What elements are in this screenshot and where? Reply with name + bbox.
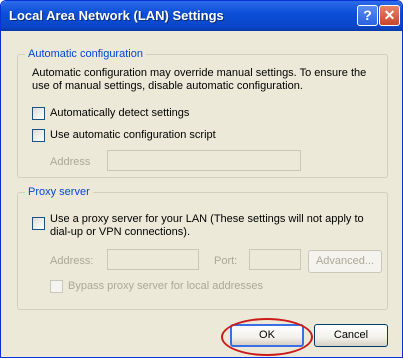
cancel-button[interactable]: Cancel <box>314 324 388 347</box>
automatically-detect-settings-checkbox[interactable] <box>32 107 45 120</box>
advanced-button[interactable]: Advanced... <box>308 250 382 273</box>
automatically-detect-settings-label[interactable]: Automatically detect settings <box>50 107 189 119</box>
proxy-address-input[interactable] <box>107 249 199 270</box>
use-proxy-server-checkbox[interactable] <box>32 217 45 230</box>
script-address-label: Address <box>50 156 91 168</box>
bypass-local-addresses-label[interactable]: Bypass proxy server for local addresses <box>68 280 263 292</box>
automatic-configuration-legend: Automatic configuration <box>28 48 143 60</box>
use-proxy-server-label-line-1: Use a proxy server for your LAN (These s… <box>50 213 364 225</box>
title-bar[interactable]: Local Area Network (LAN) Settings ? ✕ <box>1 1 402 31</box>
close-button[interactable]: ✕ <box>379 5 400 26</box>
proxy-port-input[interactable] <box>249 249 301 270</box>
close-icon: ✕ <box>383 7 396 23</box>
ok-button[interactable]: OK <box>230 324 304 347</box>
use-proxy-server-label-line-2: dial-up or VPN connections). <box>50 226 191 238</box>
automatic-configuration-description: Automatic configuration may override man… <box>32 67 366 93</box>
use-automatic-configuration-script-label[interactable]: Use automatic configuration script <box>50 129 216 141</box>
help-button[interactable]: ? <box>357 5 378 26</box>
use-automatic-configuration-script-checkbox[interactable] <box>32 129 45 142</box>
lan-settings-dialog: Local Area Network (LAN) Settings ? ✕ Au… <box>0 0 403 358</box>
help-icon: ? <box>363 7 372 23</box>
script-address-input[interactable] <box>107 150 301 171</box>
use-proxy-server-label[interactable]: Use a proxy server for your LAN (These s… <box>50 213 364 239</box>
bypass-local-addresses-checkbox[interactable] <box>50 280 63 293</box>
proxy-port-label: Port: <box>214 255 238 267</box>
description-line-2: use of manual settings, disable automati… <box>32 80 303 92</box>
description-line-1: Automatic configuration may override man… <box>32 67 367 79</box>
proxy-server-legend: Proxy server <box>28 186 90 198</box>
proxy-address-label: Address: <box>50 255 94 267</box>
dialog-title: Local Area Network (LAN) Settings <box>9 8 224 23</box>
